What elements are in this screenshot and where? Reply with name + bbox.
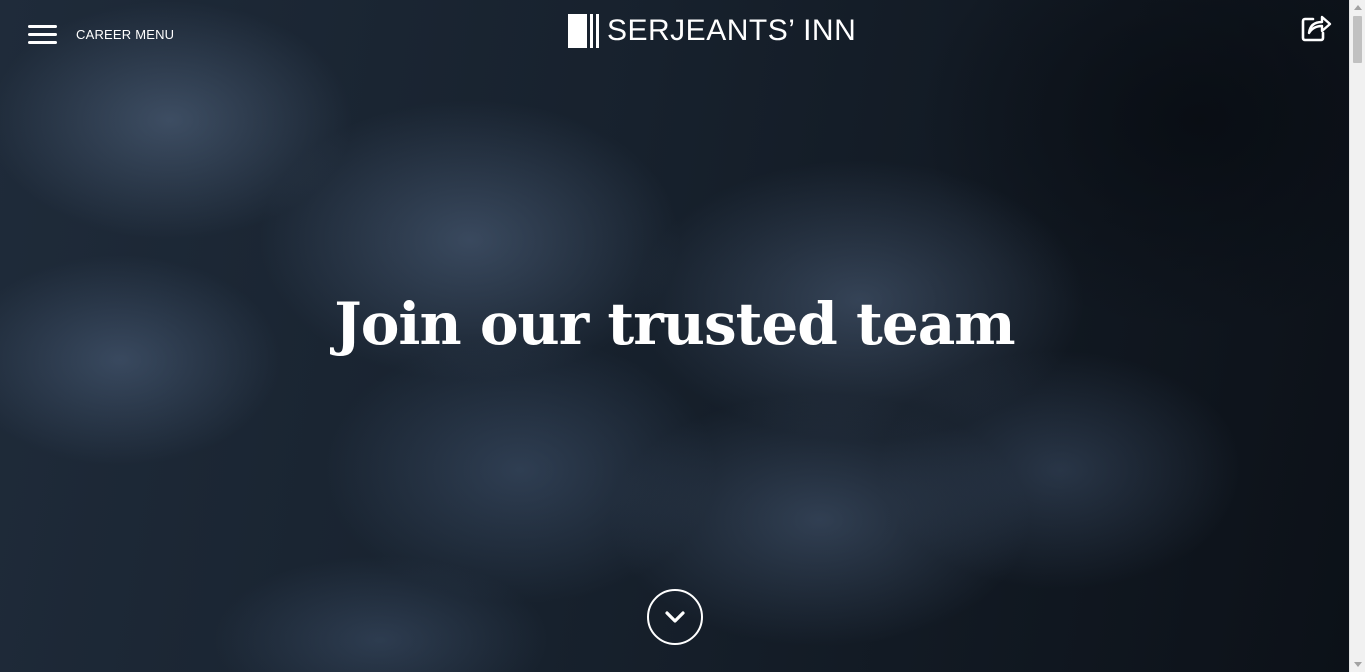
hero-section: CAREER MENU SERJEANTS’ INN Join our trus… (0, 0, 1349, 672)
share-button[interactable] (1300, 13, 1332, 43)
logo-text: SERJEANTS’ INN (607, 14, 857, 47)
scroll-down-arrow-icon[interactable] (1354, 662, 1362, 667)
page-scrollbar[interactable] (1349, 0, 1365, 672)
top-bar: CAREER MENU SERJEANTS’ INN (0, 0, 1349, 72)
logo-mark-icon (568, 14, 599, 48)
hero-headline: Join our trusted team (334, 290, 1015, 358)
scroll-down-button[interactable] (647, 589, 703, 645)
site-logo[interactable]: SERJEANTS’ INN (568, 14, 856, 48)
chevron-down-icon (665, 611, 685, 623)
share-icon (1301, 15, 1332, 42)
career-menu-label: CAREER MENU (76, 27, 175, 42)
scroll-up-arrow-icon[interactable] (1354, 5, 1362, 10)
hamburger-icon (28, 24, 57, 45)
scrollbar-thumb[interactable] (1353, 16, 1362, 63)
career-menu-button[interactable]: CAREER MENU (28, 24, 174, 45)
